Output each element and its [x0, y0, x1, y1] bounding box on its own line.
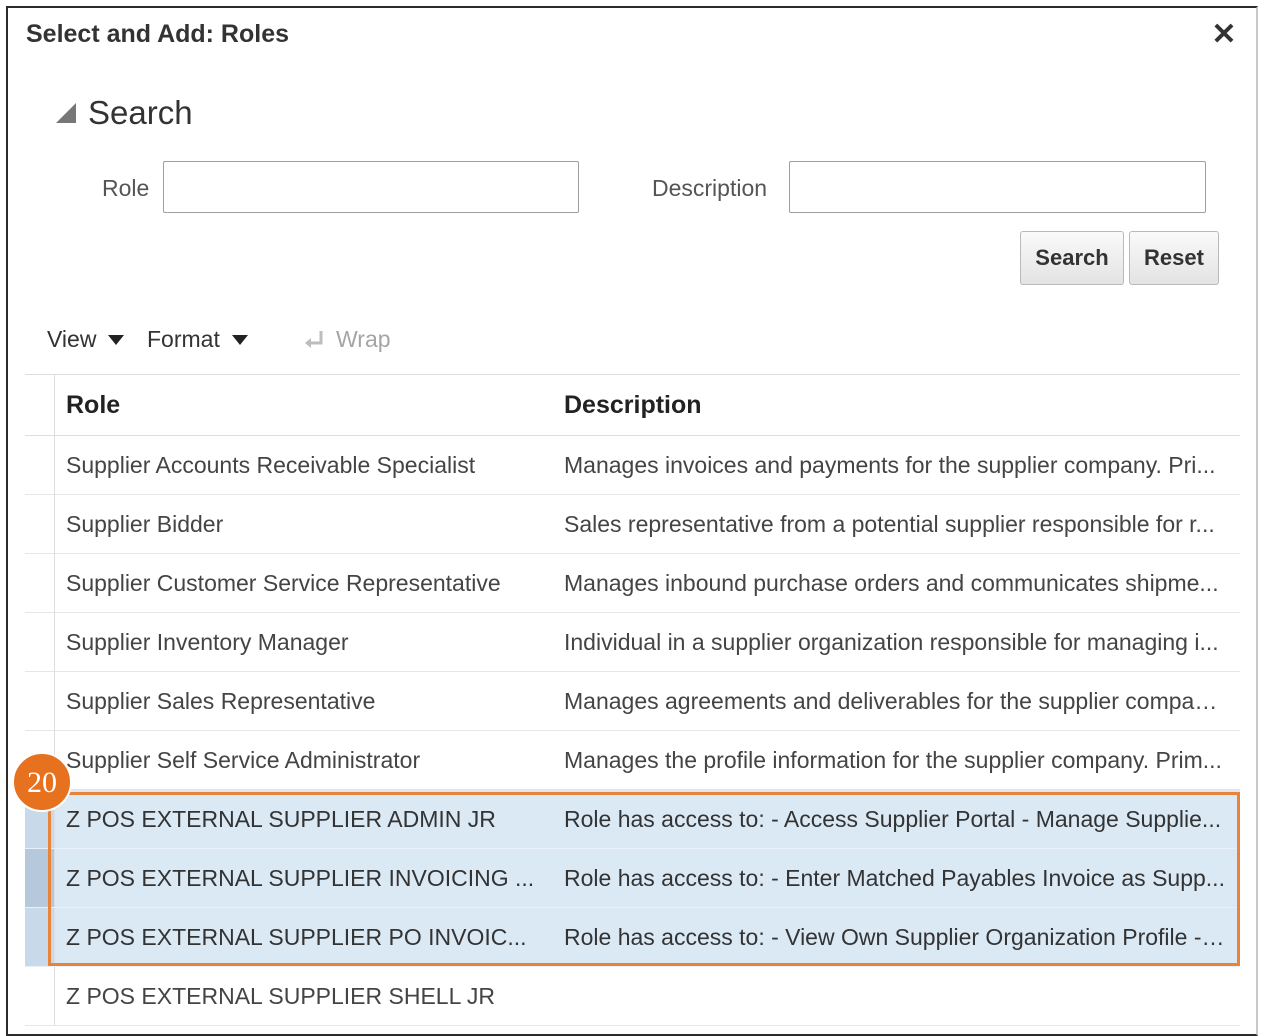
table-row[interactable]: Supplier Inventory Manager Individual in… — [25, 613, 1240, 672]
role-cell: Supplier Self Service Administrator — [66, 747, 421, 773]
table-row-selected[interactable]: Z POS EXTERNAL SUPPLIER ADMIN JR Role ha… — [25, 790, 1240, 849]
dialog-title: Select and Add: Roles — [26, 20, 290, 48]
description-cell: Sales representative from a potential su… — [564, 511, 1215, 537]
collapse-triangle-icon — [56, 103, 76, 123]
description-cell: Individual in a supplier organization re… — [564, 629, 1219, 655]
role-label: Role — [102, 175, 150, 201]
table-row[interactable]: Supplier Accounts Receivable Specialist … — [25, 436, 1240, 495]
role-input[interactable] — [163, 161, 579, 213]
column-header-description[interactable]: Description — [564, 391, 702, 420]
row-selector[interactable] — [25, 967, 55, 1025]
search-button[interactable]: Search — [1020, 231, 1124, 285]
format-menu-label: Format — [147, 326, 220, 352]
role-cell: Supplier Inventory Manager — [66, 629, 349, 655]
step-number-badge: 20 — [12, 752, 72, 812]
table-row-selected[interactable]: Z POS EXTERNAL SUPPLIER INVOICING ... Ro… — [25, 849, 1240, 908]
wrap-label: Wrap — [336, 326, 391, 352]
role-cell: Z POS EXTERNAL SUPPLIER PO INVOIC... — [66, 924, 527, 950]
description-cell: Manages inbound purchase orders and comm… — [564, 570, 1219, 596]
search-section-title: Search — [88, 94, 193, 131]
view-menu[interactable]: View — [47, 326, 125, 353]
row-selector[interactable] — [25, 672, 55, 730]
table-row[interactable]: Supplier Bidder Sales representative fro… — [25, 495, 1240, 554]
description-cell: Manages agreements and deliverables for … — [564, 688, 1226, 714]
role-cell: Supplier Bidder — [66, 511, 224, 537]
role-cell: Supplier Customer Service Representative — [66, 570, 501, 596]
role-cell: Z POS EXTERNAL SUPPLIER ADMIN JR — [66, 806, 496, 832]
row-selector[interactable] — [25, 908, 55, 966]
row-selector[interactable] — [25, 554, 55, 612]
role-cell: Supplier Sales Representative — [66, 688, 376, 714]
table-header: Role Description — [25, 374, 1240, 436]
wrap-icon — [305, 330, 323, 348]
description-cell: Manages invoices and payments for the su… — [564, 452, 1216, 478]
table-row-selected[interactable]: Z POS EXTERNAL SUPPLIER PO INVOIC... Rol… — [25, 908, 1240, 967]
reset-button[interactable]: Reset — [1129, 231, 1219, 285]
row-selector[interactable] — [25, 495, 55, 553]
description-cell: Role has access to: - Access Supplier Po… — [564, 806, 1222, 832]
table-row[interactable]: Supplier Sales Representative Manages ag… — [25, 672, 1240, 731]
description-cell: Role has access to: - View Own Supplier … — [564, 924, 1226, 950]
wrap-button[interactable]: Wrap — [302, 326, 391, 353]
row-selector[interactable] — [25, 436, 55, 494]
table-row[interactable]: Supplier Customer Service Representative… — [25, 554, 1240, 613]
row-selector[interactable] — [25, 613, 55, 671]
role-cell: Z POS EXTERNAL SUPPLIER SHELL JR — [66, 983, 496, 1009]
description-cell: Manages the profile information for the … — [564, 747, 1222, 773]
chevron-down-icon — [231, 334, 248, 345]
close-icon[interactable]: ✕ — [1210, 18, 1238, 52]
row-selector[interactable] — [25, 849, 55, 907]
description-input[interactable] — [789, 161, 1206, 213]
column-header-role[interactable]: Role — [66, 391, 120, 420]
role-cell: Supplier Accounts Receivable Specialist — [66, 452, 476, 478]
roles-table: Role Description Supplier Accounts Recei… — [25, 374, 1240, 1026]
format-menu[interactable]: Format — [147, 326, 248, 353]
description-cell: Role has access to: - Enter Matched Paya… — [564, 865, 1225, 891]
row-selector-header — [25, 375, 55, 435]
chevron-down-icon — [108, 334, 125, 345]
role-cell: Z POS EXTERNAL SUPPLIER INVOICING ... — [66, 865, 535, 891]
view-menu-label: View — [47, 326, 97, 352]
search-section-toggle[interactable]: Search — [56, 94, 193, 132]
table-row[interactable]: Z POS EXTERNAL SUPPLIER SHELL JR — [25, 967, 1240, 1026]
table-row[interactable]: Supplier Self Service Administrator Mana… — [25, 731, 1240, 790]
description-label: Description — [652, 175, 768, 201]
